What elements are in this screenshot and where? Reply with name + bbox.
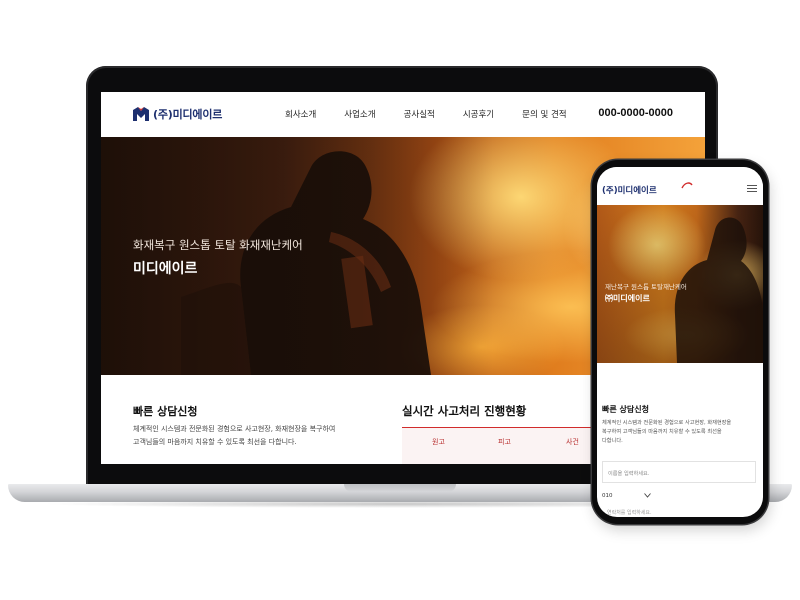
- nav-item-reviews[interactable]: 시공후기: [463, 108, 494, 120]
- laptop-notch: [344, 484, 456, 492]
- chevron-down-icon: [644, 493, 651, 498]
- mobile-logo[interactable]: (주)미디에이르: [602, 184, 657, 196]
- mobile-consult-title: 빠른 상담신청: [602, 405, 649, 414]
- consult-desc-line: 고객님들의 마음까지 치유할 수 있도록 최선을 다합니다.: [133, 438, 297, 446]
- mobile-website: (주)미디에이르 재난복구 원스톱 토탈재난케어 ㈜미디에이르 빠른 상담신청 …: [597, 167, 763, 517]
- mobile-hero-banner: 재난복구 원스톱 토탈재난케어 ㈜미디에이르: [597, 205, 763, 363]
- site-header: (주)미디에이르 회사소개 사업소개 공사실적 시공후기 문의 및 견적 000…: [101, 92, 705, 137]
- status-col-case: 사건: [566, 438, 579, 446]
- hamburger-menu-icon[interactable]: [747, 185, 757, 194]
- mobile-hero-title: ㈜미디에이르: [605, 294, 650, 303]
- mobile-hero-subtitle: 재난복구 원스톱 토탈재난케어: [605, 283, 687, 291]
- device-mockup-stage: (주)미디에이르 회사소개 사업소개 공사실적 시공후기 문의 및 견적 000…: [0, 0, 800, 600]
- nav-item-about[interactable]: 회사소개: [285, 108, 316, 120]
- consult-desc-line: 체계적인 시스템과 전문화된 경험으로 사고현장, 화재현장을 복구하여: [133, 425, 336, 433]
- hero-title: 미디에이르: [133, 261, 198, 277]
- header-phone-number[interactable]: 000-0000-0000: [598, 107, 673, 119]
- phone-prefix-select[interactable]: 010: [602, 489, 654, 509]
- logo-text: (주)미디에이르: [153, 108, 223, 121]
- phone-prefix-value: 010: [602, 493, 613, 499]
- name-input[interactable]: 이름을 입력하세요.: [602, 461, 756, 483]
- nav-item-business[interactable]: 사업소개: [344, 108, 375, 120]
- phone-number-input[interactable]: 연락처를 입력하세요.: [602, 509, 761, 517]
- mobile-consult-description: 체계적인 시스템과 전문화된 경험으로 사고현장, 화재현장을 복구하여 고객님…: [602, 419, 758, 446]
- nav-item-projects[interactable]: 공사실적: [404, 108, 435, 120]
- nav-item-contact[interactable]: 문의 및 견적: [522, 108, 567, 120]
- status-col-defendant: 피고: [498, 438, 511, 446]
- status-col-plaintiff: 원고: [432, 438, 445, 446]
- mobile-consult-desc-line: 체계적인 시스템과 전문화된 경험으로 사고현장, 화재현장을: [602, 420, 732, 426]
- logo-mark-icon: [133, 107, 149, 121]
- mobile-consult-desc-line: 다합니다.: [602, 438, 623, 444]
- logo-swoosh-icon: [681, 182, 693, 189]
- hero-subtitle: 화재복구 원스톱 토탈 화재재난케어: [133, 238, 303, 252]
- main-nav: 회사소개 사업소개 공사실적 시공후기 문의 및 견적: [285, 108, 595, 120]
- status-title: 실시간 사고처리 진행현황: [402, 404, 527, 418]
- mobile-consult-desc-line: 복구하여 고객님들의 마음까지 치유할 수 있도록 최선을: [602, 429, 722, 435]
- site-logo[interactable]: (주)미디에이르: [133, 106, 222, 122]
- consult-title: 빠른 상담신청: [133, 405, 198, 418]
- mobile-header: (주)미디에이르: [597, 167, 763, 205]
- consult-description: 체계적인 시스템과 전문화된 경험으로 사고현장, 화재현장을 복구하여 고객님…: [133, 423, 363, 449]
